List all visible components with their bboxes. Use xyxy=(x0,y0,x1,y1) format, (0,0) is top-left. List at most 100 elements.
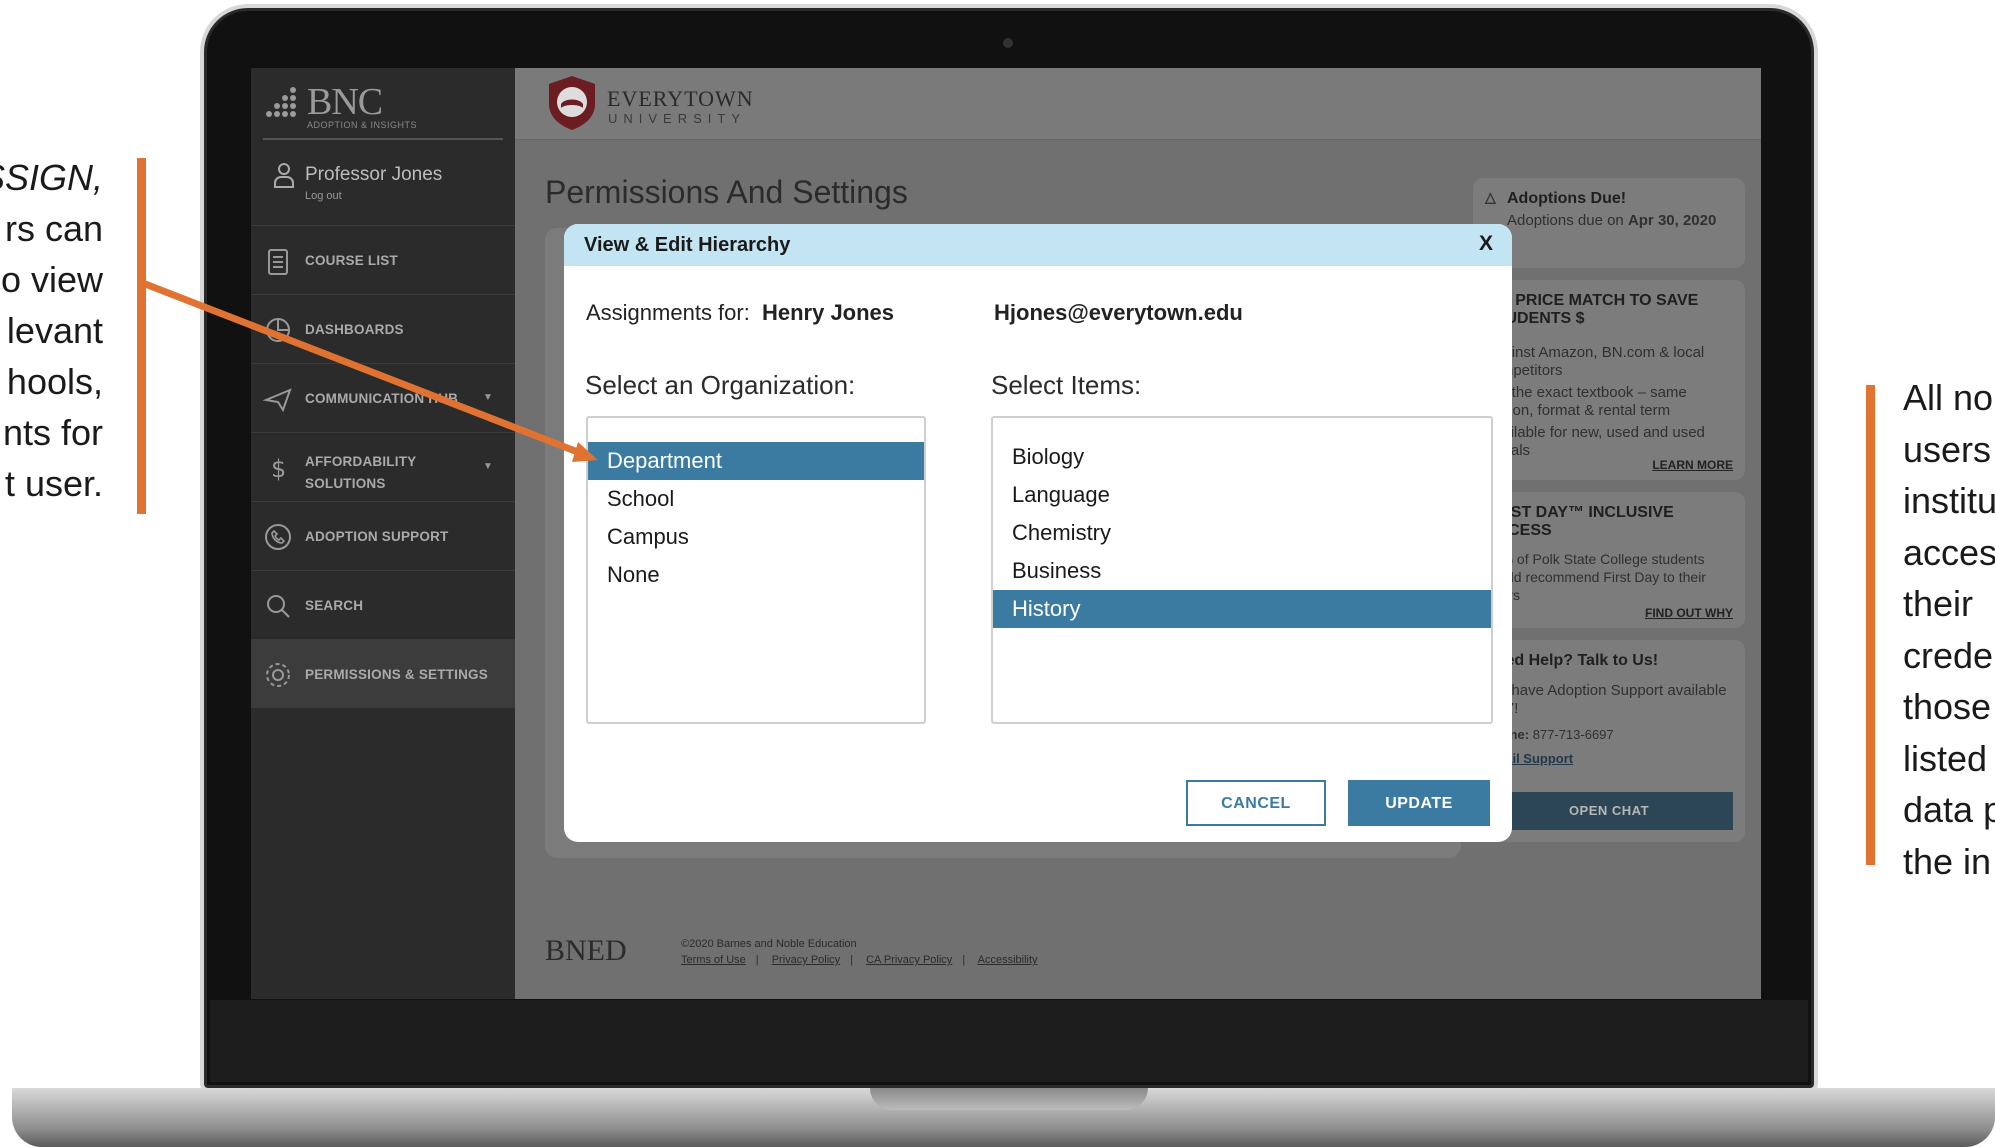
update-button[interactable]: UPDATE xyxy=(1348,780,1490,826)
dollar-icon: $ xyxy=(271,455,286,483)
price-match-line: Against Amazon, BN.com & local competito… xyxy=(1485,344,1705,379)
phone-number: 877-713-6697 xyxy=(1532,727,1614,742)
sidebar-item-label: PERMISSIONS & SETTINGS xyxy=(305,667,488,682)
paper-plane-icon xyxy=(263,388,292,413)
annotation-right: All no users institu acces their crede t… xyxy=(1903,372,1995,887)
footer-links: Terms of Use | Privacy Policy | CA Privacy… xyxy=(681,954,1038,966)
svg-text:$: $ xyxy=(271,455,286,483)
price-match-title: WE PRICE MATCH TO SAVE STUDENTS $ xyxy=(1485,292,1699,327)
annotation-right-line: All no xyxy=(1903,377,1994,418)
cancel-button[interactable]: CANCEL xyxy=(1186,780,1326,826)
sidebar-item-permissions-settings[interactable]: PERMISSIONS & SETTINGS xyxy=(251,639,515,708)
caret-down-icon: ▼ xyxy=(483,392,493,403)
sidebar-item-label: COURSE LIST xyxy=(305,253,398,268)
annotation-right-line: the in xyxy=(1903,840,1992,882)
find-out-why-link[interactable]: FIND OUT WHY xyxy=(1645,606,1733,620)
adoptions-prefix: Adoptions due on xyxy=(1507,212,1624,229)
sidebar-item-dashboards[interactable]: DASHBOARDS xyxy=(251,294,515,363)
annotation-right-line: data p xyxy=(1903,789,1995,830)
organization-listbox[interactable]: Department School Campus None xyxy=(586,416,926,724)
items-listbox[interactable]: Biology Language Chemistry Business Hist… xyxy=(991,416,1493,724)
adoptions-text: Adoptions due on Apr 30, 2020 xyxy=(1485,212,1733,230)
adoptions-date: Apr 30, 2020 xyxy=(1627,212,1717,229)
sidebar-item-search[interactable]: SEARCH xyxy=(251,570,515,639)
modal-header: View & Edit Hierarchy X xyxy=(564,224,1512,266)
sidebar-item-label: DASHBOARDS xyxy=(305,322,404,337)
organization-option[interactable]: None xyxy=(588,556,924,594)
annotation-right-line: those xyxy=(1903,686,1992,727)
accessibility-link[interactable]: Accessibility xyxy=(978,954,1038,966)
pie-chart-icon xyxy=(266,318,290,342)
first-day-text: 93% of Polk State College students would… xyxy=(1485,551,1706,603)
annotation-left-line: o view xyxy=(0,259,103,300)
phone-icon xyxy=(265,524,291,550)
sidebar-item-adoption-support[interactable]: ADOPTION SUPPORT xyxy=(251,501,515,570)
ca-privacy-link[interactable]: CA Privacy Policy xyxy=(866,954,952,966)
item-option[interactable]: Biology xyxy=(993,438,1491,476)
help-text: We have Adoption Support available 24/7! xyxy=(1485,682,1727,717)
sidebar-item-label: ADOPTION SUPPORT xyxy=(305,529,449,544)
webcam-icon xyxy=(1003,38,1013,48)
annotation-left-line: SSIGN, xyxy=(0,157,103,198)
sidebar-item-label: AFFORDABILITY SOLUTIONS xyxy=(305,454,417,491)
university-shield-icon xyxy=(549,76,595,130)
assignee-email: Hjones@everytown.edu xyxy=(994,300,1243,325)
top-bar: EVERYTOWN UNIVERSITY xyxy=(515,68,1761,140)
open-chat-button[interactable]: OPEN CHAT xyxy=(1485,792,1733,830)
sidebar-item-affordability[interactable]: $ AFFORDABILITY SOLUTIONS ▼ xyxy=(251,432,515,501)
learn-more-link[interactable]: LEARN MORE xyxy=(1652,458,1733,472)
footer-logo: BNED xyxy=(545,934,627,967)
sidebar: BNC ADOPTION & INSIGHTS ‹ Professor Jone… xyxy=(251,68,527,999)
laptop-bezel xyxy=(210,1000,1808,1082)
annotation-left-line: hools, xyxy=(6,361,103,402)
organization-option[interactable]: Campus xyxy=(588,518,924,556)
terms-link[interactable]: Terms of Use xyxy=(681,954,746,966)
annotation-right-line: crede xyxy=(1903,634,1994,676)
price-match-line: Available for new, used and used rentals xyxy=(1485,424,1705,459)
annotation-left-line: levant xyxy=(6,310,103,351)
assignments-label: Assignments for: xyxy=(586,300,750,325)
item-option[interactable]: Business xyxy=(993,552,1491,590)
help-phone: Phone: 877-713-6697 xyxy=(1485,726,1733,744)
price-match-card: WE PRICE MATCH TO SAVE STUDENTS $ Agains… xyxy=(1473,280,1745,480)
organization-label: Select an Organization: xyxy=(585,370,856,400)
page-title: Permissions And Settings xyxy=(545,174,908,210)
adoptions-title: △ Adoptions Due! xyxy=(1485,189,1733,208)
laptop-notch xyxy=(870,1088,1148,1110)
bell-icon: △ xyxy=(1485,189,1496,205)
brand-name: BNC xyxy=(307,81,383,123)
sidebar-item-communication-hub[interactable]: COMMUNICATION HUB ▼ xyxy=(251,363,515,432)
organization-option[interactable]: Department xyxy=(588,442,924,480)
item-option[interactable]: History xyxy=(993,590,1491,628)
sidebar-nav: COURSE LIST DASHBOARDS COMMUNICATION HUB… xyxy=(251,225,515,708)
item-option[interactable]: Chemistry xyxy=(993,514,1491,552)
logout-link[interactable]: Log out xyxy=(305,190,342,202)
help-title: Need Help? Talk to Us! xyxy=(1485,652,1659,669)
caret-down-icon: ▼ xyxy=(483,461,493,472)
hierarchy-modal: View & Edit Hierarchy X Assignments for:… xyxy=(564,224,1512,842)
annotation-right-line: acces xyxy=(1903,531,1995,573)
close-icon[interactable]: X xyxy=(1479,232,1493,256)
gear-icon xyxy=(266,663,290,687)
annotation-right-line: their xyxy=(1903,583,1974,624)
adoptions-title-text: Adoptions Due! xyxy=(1507,190,1627,207)
email-support-link[interactable]: Email Support xyxy=(1485,750,1733,768)
sidebar-item-label: COMMUNICATION HUB xyxy=(305,391,459,406)
sidebar-item-course-list[interactable]: COURSE LIST xyxy=(251,225,515,294)
items-label: Select Items: xyxy=(991,370,1142,400)
item-option[interactable]: Language xyxy=(993,476,1491,514)
annotation-left-line: t user. xyxy=(4,463,103,504)
brand-logo[interactable]: BNC ADOPTION & INSIGHTS xyxy=(263,74,503,140)
brand-tagline: ADOPTION & INSIGHTS xyxy=(307,120,418,130)
annotation-left: SSIGN, rs can o view levant hools, nts f… xyxy=(0,152,103,509)
first-day-card: FIRST DAY™ INCLUSIVE ACCESS 93% of Polk … xyxy=(1473,492,1745,628)
user-icon xyxy=(274,163,294,188)
assignee-name: Henry Jones xyxy=(761,300,895,325)
annotation-right-line: institu xyxy=(1903,480,1995,521)
search-icon xyxy=(267,595,290,618)
annotation-right-line: users xyxy=(1903,428,1992,470)
privacy-link[interactable]: Privacy Policy xyxy=(772,954,840,966)
organization-option[interactable]: School xyxy=(588,480,924,518)
university-name: EVERYTOWN xyxy=(607,86,754,111)
footer-copyright: ©2020 Barnes and Noble Education xyxy=(681,938,857,950)
